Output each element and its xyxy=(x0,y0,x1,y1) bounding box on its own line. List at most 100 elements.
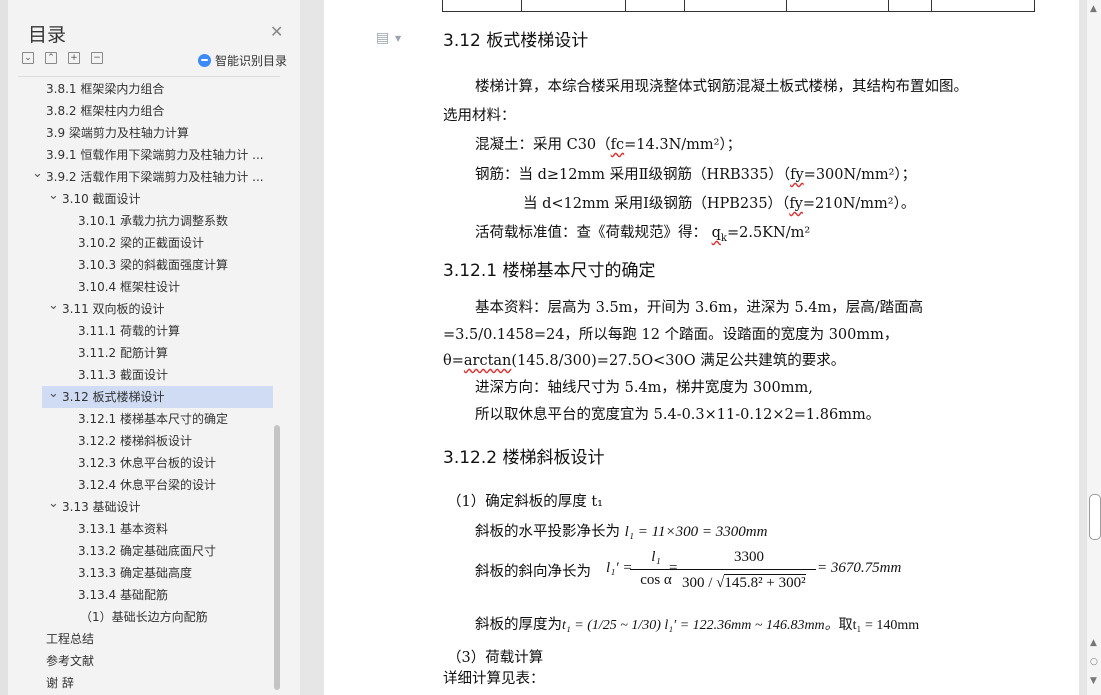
toc-item[interactable]: 3.13.4 基础配筋 xyxy=(0,584,282,606)
paragraph: 楼梯计算，本综合楼采用现浇整体式钢筋混凝土板式楼梯，其结构布置如图。 xyxy=(475,79,968,95)
toc-item[interactable]: （1）基础长边方向配筋 xyxy=(0,606,282,628)
toc-item[interactable]: 3.9 梁端剪力及柱轴力计算 xyxy=(0,122,282,144)
steel-line-1: 钢筋：当 d≥12mm 采用Ⅱ级钢筋（HRB335）（fy=300N/mm²）； xyxy=(475,167,917,183)
toc-item[interactable]: 3.11.3 截面设计 xyxy=(0,364,282,386)
toc-item[interactable]: 3.12.4 休息平台梁的设计 xyxy=(0,474,282,496)
toc-item[interactable]: ⌄ 3.9.2 活载作用下梁端剪力及柱轴力计 ... xyxy=(0,166,282,188)
chevron-down-icon[interactable]: ▼ xyxy=(395,34,401,43)
document-icon[interactable]: ▤ xyxy=(376,30,389,46)
paragraph: （3）荷载计算 xyxy=(447,650,544,666)
heading-3-12-2: 3.12.2 楼梯斜板设计 xyxy=(443,448,605,468)
expand-all-icon[interactable]: ⌃ xyxy=(45,52,57,64)
toc-item[interactable]: 3.13.2 确定基础底面尺寸 xyxy=(0,540,282,562)
toc-item-label: 3.13.2 确定基础底面尺寸 xyxy=(78,544,216,558)
toc-item[interactable]: 3.9.1 恒载作用下梁端剪力及柱轴力计 ... xyxy=(0,144,282,166)
toc-item-label: 3.11 双向板的设计 xyxy=(62,302,165,316)
toc-item-label: 3.11.1 荷载的计算 xyxy=(78,324,180,338)
toc-item[interactable]: 3.11.2 配筋计算 xyxy=(0,342,282,364)
toc-panel: 目录 ✕ ⌄ ⌃ + − 智能识别目录 3.8.1 框架梁内力组合 3.8.2 框… xyxy=(0,0,300,695)
toc-item[interactable]: 谢 辞 xyxy=(0,672,282,694)
document-scrollbar[interactable]: ▲ ▲ ○ ▼ xyxy=(1086,0,1101,695)
chevron-down-icon[interactable]: ⌄ xyxy=(48,188,59,207)
chevron-down-icon[interactable]: ⌄ xyxy=(32,166,43,185)
toc-item-label: 3.12.1 楼梯基本尺寸的确定 xyxy=(78,412,228,426)
toc-list: 3.8.1 框架梁内力组合 3.8.2 框架柱内力组合 3.9 梁端剪力及柱轴力计算… xyxy=(0,78,282,694)
toc-item-label: 工程总结 xyxy=(46,632,95,646)
toc-item-label: 3.12.2 楼梯斜板设计 xyxy=(78,434,192,448)
toc-item-label: 3.13 基础设计 xyxy=(62,500,141,514)
formula-line: 斜板的水平投影净长为 l₁ = 11×300 = 3300mm xyxy=(475,524,768,540)
fraction-denominator: 300 / √145.8² + 300² xyxy=(682,574,806,591)
select-browse-icon[interactable]: ○ xyxy=(1090,657,1098,667)
toc-item[interactable]: 参考文献 xyxy=(0,650,282,672)
toc-item[interactable]: 3.13.3 确定基础高度 xyxy=(0,562,282,584)
scroll-up-icon[interactable]: ▲ xyxy=(1090,4,1097,14)
paragraph: =3.5/0.1458=24，所以每跑 12 个踏面。设踏面的宽度为 300mm… xyxy=(443,327,899,343)
toc-item-label: 3.10 截面设计 xyxy=(62,192,141,206)
close-icon[interactable]: ✕ xyxy=(270,22,283,41)
toc-item-label: （1）基础长边方向配筋 xyxy=(80,610,208,624)
fraction-numerator: 3300 xyxy=(734,549,764,565)
heading-3-12-1: 3.12.1 楼梯基本尺寸的确定 xyxy=(443,261,656,281)
steel-line-2: 当 d<12mm 采用Ⅰ级钢筋（HPB235）（fy=210N/mm²）。 xyxy=(523,196,916,212)
toc-item[interactable]: 3.11.1 荷载的计算 xyxy=(0,320,282,342)
fraction-bar xyxy=(682,569,816,570)
toc-item-label: 3.9 梁端剪力及柱轴力计算 xyxy=(46,126,189,140)
equals-sign: = xyxy=(669,560,678,576)
toc-item[interactable]: 3.13.1 基本资料 xyxy=(0,518,282,540)
toc-item[interactable]: 3.12.2 楼梯斜板设计 xyxy=(0,430,282,452)
toc-item[interactable]: 3.12.3 休息平台板的设计 xyxy=(0,452,282,474)
document-page: ▤ ▼ 3.12 板式楼梯设计 楼梯计算，本综合楼采用现浇整体式钢筋混凝土板式楼… xyxy=(324,0,1079,695)
toc-item[interactable]: ⌄ 3.11 双向板的设计 xyxy=(0,298,282,320)
toc-item-label: 3.12.4 休息平台梁的设计 xyxy=(78,478,216,492)
chevron-down-icon[interactable]: ⌄ xyxy=(48,386,59,405)
toc-item-label: 3.10.3 梁的斜截面强度计算 xyxy=(78,258,228,272)
toc-item[interactable]: 3.10.3 梁的斜截面强度计算 xyxy=(0,254,282,276)
next-page-icon[interactable]: ▼ xyxy=(1090,676,1097,686)
toc-item[interactable]: 工程总结 xyxy=(0,628,282,650)
toc-item-label: 3.11.2 配筋计算 xyxy=(78,346,168,360)
toc-item-label: 参考文献 xyxy=(46,654,95,668)
toc-item[interactable]: ⌄ 3.13 基础设计 xyxy=(0,496,282,518)
remove-heading-icon[interactable]: − xyxy=(91,52,103,64)
paragraph: 所以取休息平台的宽度宜为 5.4-0.3×11-0.12×2=1.86mm。 xyxy=(475,407,881,423)
heading-3-12: 3.12 板式楼梯设计 xyxy=(443,31,589,51)
toc-item[interactable]: 3.10.1 承载力抗力调整系数 xyxy=(0,210,282,232)
formula-lhs: l₁′ = xyxy=(606,560,633,576)
toc-item-label: 3.10.4 框架柱设计 xyxy=(78,280,180,294)
toc-item[interactable]: ⌄ 3.12 板式楼梯设计 xyxy=(42,386,273,408)
scrollbar-thumb[interactable] xyxy=(1089,494,1101,540)
toc-item-label: 3.13.1 基本资料 xyxy=(78,522,168,536)
prev-page-icon[interactable]: ▲ xyxy=(1090,638,1097,648)
formula-line: 斜板的斜向净长为 xyxy=(475,564,591,580)
add-heading-icon[interactable]: + xyxy=(68,52,80,64)
toc-item[interactable]: 3.10.2 梁的正截面设计 xyxy=(0,232,282,254)
toc-item[interactable]: 3.8.2 框架柱内力组合 xyxy=(0,100,282,122)
smart-toc-button[interactable]: 智能识别目录 xyxy=(198,52,287,69)
live-load-line: 活荷载标准值：查《荷载规范》得： qk=2.5KN/m² xyxy=(475,225,811,244)
paragraph: （1）确定斜板的厚度 t₁ xyxy=(447,494,603,510)
toc-item[interactable]: ⌄ 3.10 截面设计 xyxy=(0,188,282,210)
toc-item[interactable]: 3.8.1 框架梁内力组合 xyxy=(0,78,282,100)
toc-title: 目录 xyxy=(28,24,67,46)
toc-item-label: 谢 辞 xyxy=(46,676,74,690)
toc-item[interactable]: 3.10.4 框架柱设计 xyxy=(0,276,282,298)
toc-item-label: 3.10.1 承载力抗力调整系数 xyxy=(78,214,228,228)
collapse-all-icon[interactable]: ⌄ xyxy=(22,52,34,64)
paragraph: 选用材料： xyxy=(443,108,516,124)
toc-toolbar: ⌄ ⌃ + − xyxy=(22,52,103,64)
toc-item[interactable]: 3.12.1 楼梯基本尺寸的确定 xyxy=(0,408,282,430)
chevron-down-icon[interactable]: ⌄ xyxy=(48,496,59,515)
paragraph: 进深方向：轴线尺寸为 5.4m，梯井宽度为 300mm, xyxy=(475,380,813,396)
table-fragment xyxy=(442,0,1035,12)
toc-scrollbar[interactable] xyxy=(274,425,280,690)
toc-item-label: 3.8.2 框架柱内力组合 xyxy=(46,104,165,118)
chevron-down-icon[interactable]: ⌄ xyxy=(48,298,59,317)
paragraph: 基本资料：层高为 3.5m，开间为 3.6m，进深为 5.4m，层高/踏面高 xyxy=(475,300,924,316)
toc-item-label: 3.9.1 恒载作用下梁端剪力及柱轴力计 ... xyxy=(46,148,264,162)
paragraph: 详细计算见表： xyxy=(443,671,545,687)
concrete-line: 混凝土：采用 C30（fc=14.3N/mm²）； xyxy=(475,137,742,153)
toc-item-label: 3.13.4 基础配筋 xyxy=(78,588,168,602)
formula-result: = 3670.75mm xyxy=(817,560,902,576)
paragraph: θ=arctan(145.8/300)=27.5O<30O 满足公共建筑的要求。 xyxy=(443,353,846,369)
